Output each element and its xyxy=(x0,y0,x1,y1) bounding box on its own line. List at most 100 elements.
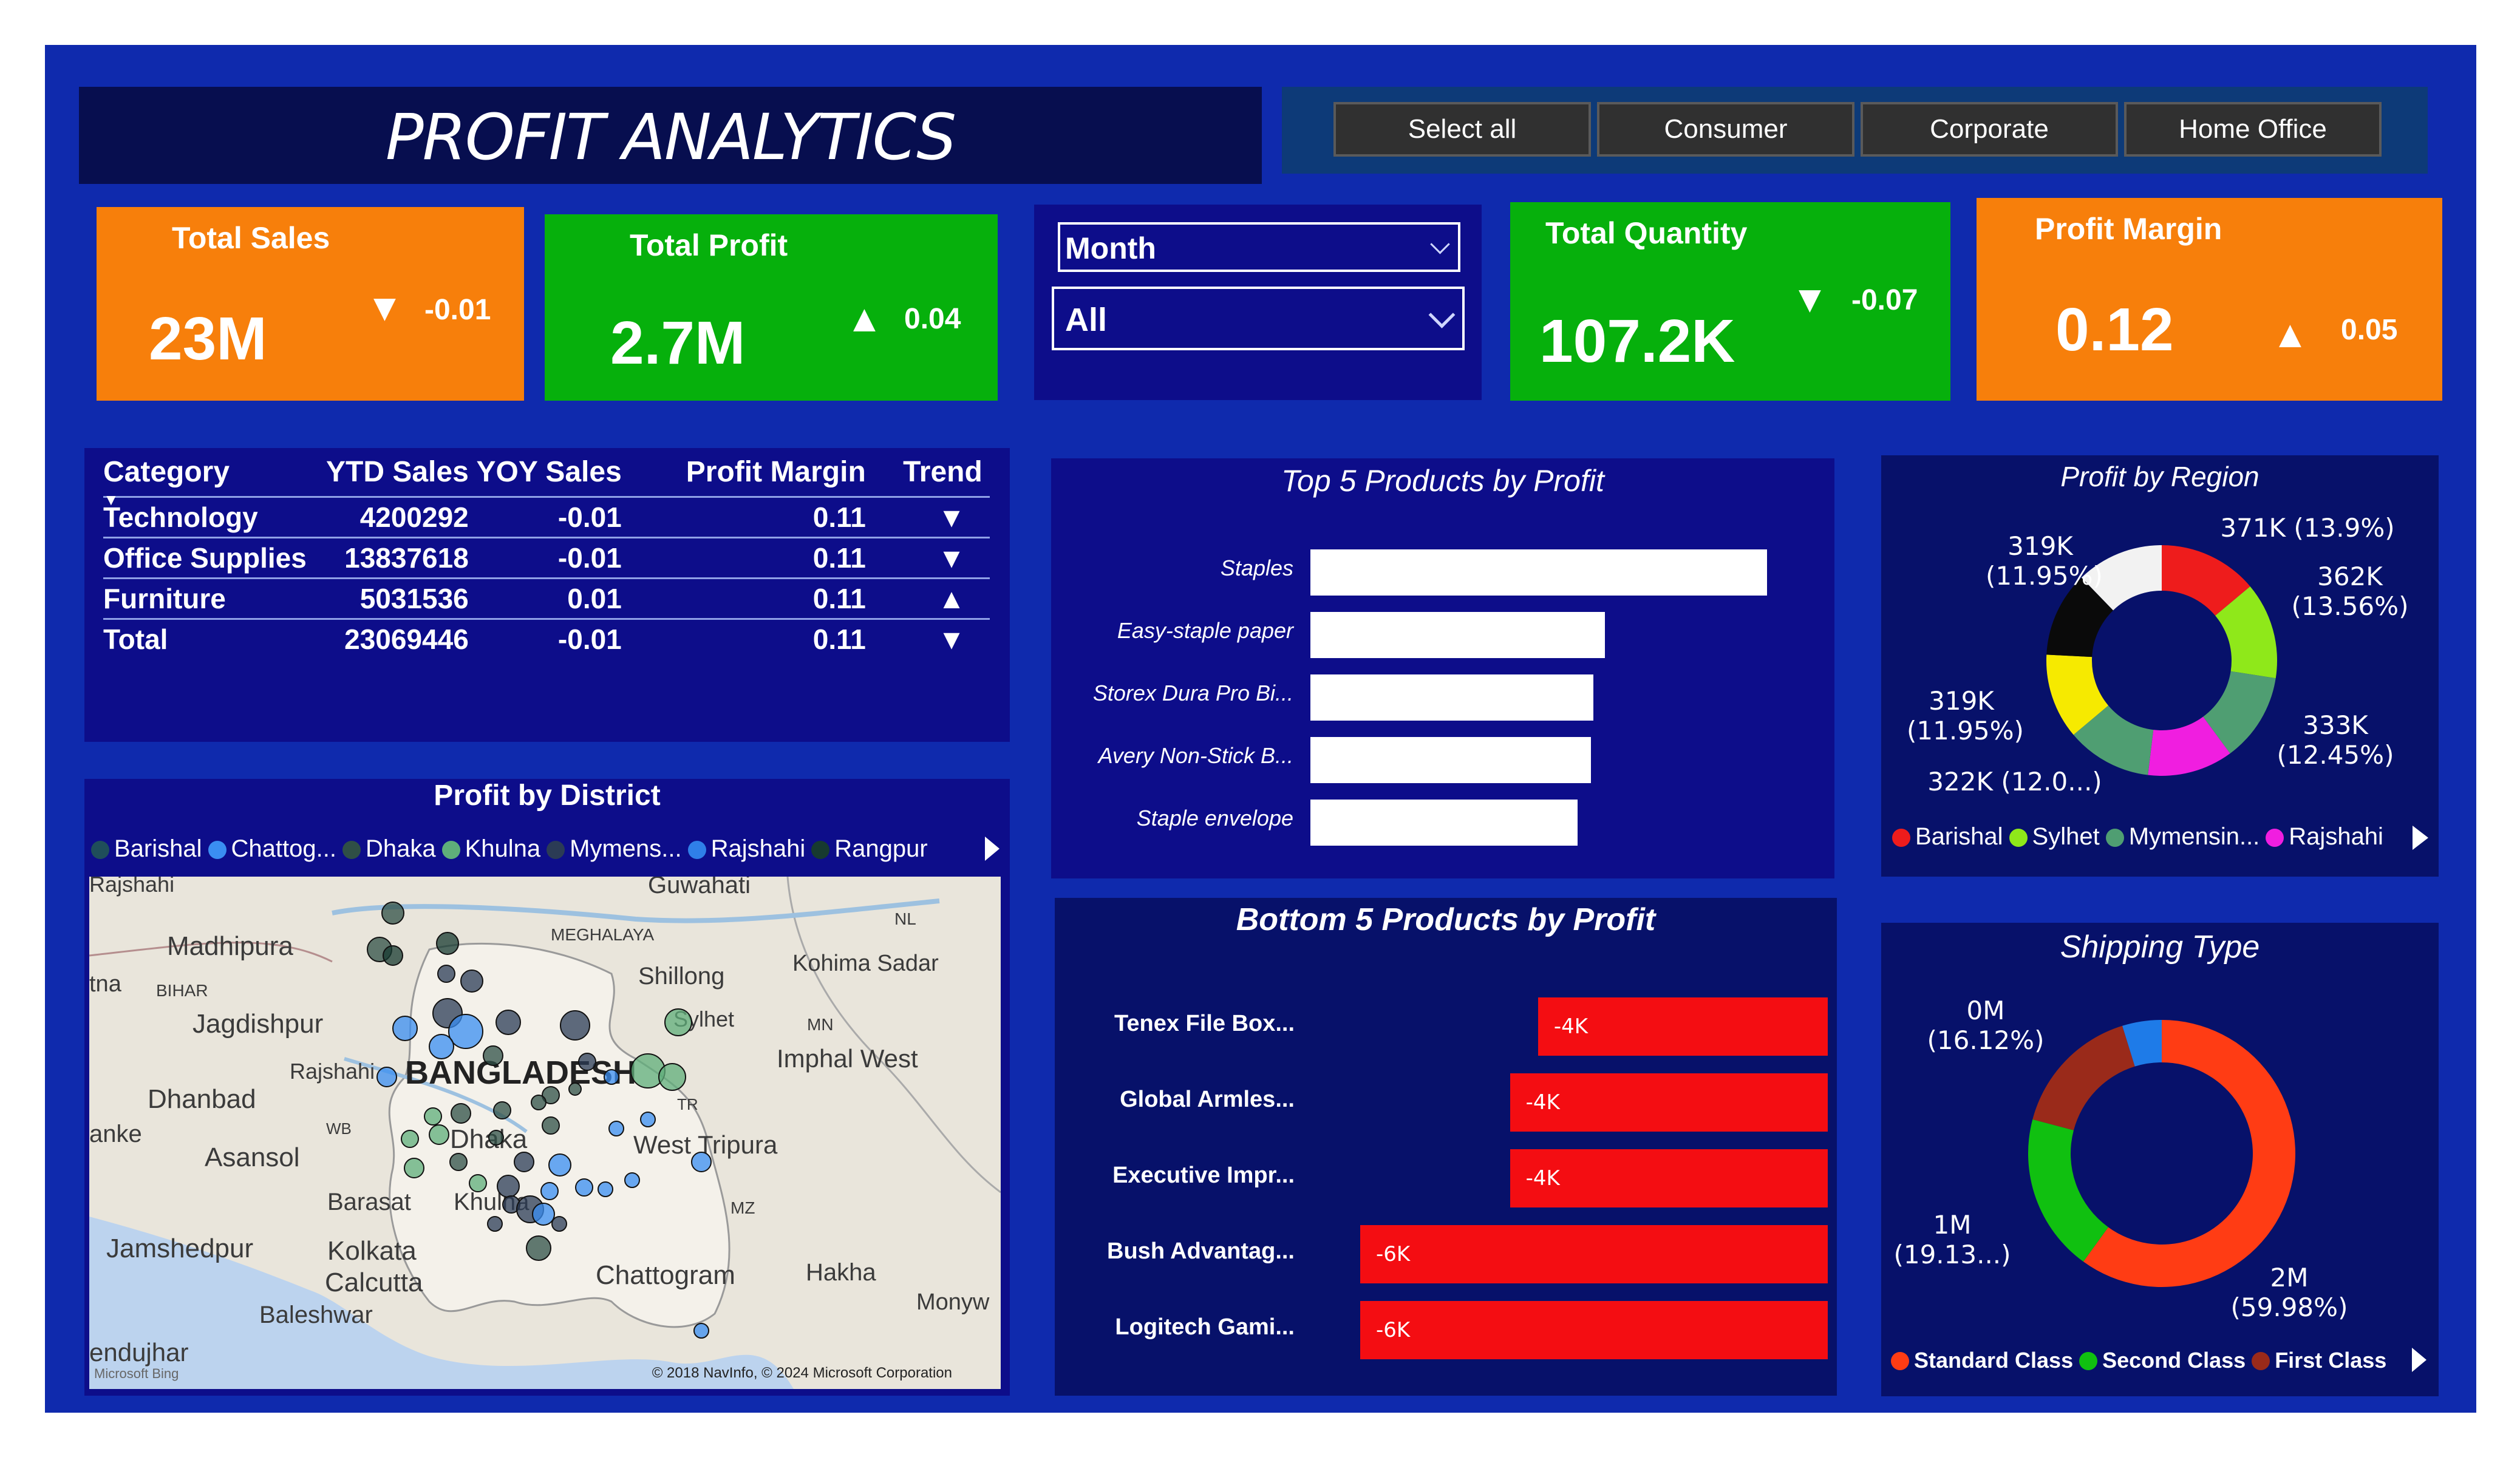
legend-item[interactable]: Rajshahi xyxy=(2266,823,2383,850)
district-bubble[interactable] xyxy=(483,1045,503,1066)
district-bubble[interactable] xyxy=(693,1323,709,1339)
matrix-cell-ytd: 4200292 xyxy=(326,496,476,538)
header-ytd-sales[interactable]: YTD Sales xyxy=(326,455,476,497)
bar[interactable]: -4K xyxy=(1510,1149,1828,1207)
matrix-cell-category: Technology xyxy=(103,496,326,538)
district-bubble[interactable] xyxy=(401,1130,419,1148)
kpi-card-total-quantity: Total Quantity 107.2K ▼ -0.07 xyxy=(1510,202,1950,401)
district-bubble[interactable] xyxy=(392,1016,418,1041)
district-bubble[interactable] xyxy=(531,1095,547,1110)
matrix-row[interactable]: Technology 4200292 -0.01 0.11 ▼ xyxy=(103,496,990,538)
legend-dot-icon xyxy=(2252,1352,2270,1370)
district-bubble[interactable] xyxy=(664,1008,692,1036)
legend-label: Mymens... xyxy=(570,835,682,862)
district-bubble[interactable] xyxy=(575,1178,593,1197)
district-bubble[interactable] xyxy=(608,1121,624,1136)
region-label-5: 319K (11.95%) xyxy=(1907,686,2024,745)
legend-item[interactable]: Dhaka xyxy=(342,835,436,862)
legend-next-icon[interactable] xyxy=(985,837,999,861)
segment-corporate-button[interactable]: Corporate xyxy=(1861,102,2118,157)
period-value-dropdown[interactable]: All xyxy=(1052,287,1465,350)
bing-logo: Microsoft Bing xyxy=(94,1366,179,1381)
district-bubble[interactable] xyxy=(495,1010,521,1035)
bar[interactable] xyxy=(1310,674,1594,721)
header-trend[interactable]: Trend xyxy=(873,455,990,497)
legend-item[interactable]: Mymensin... xyxy=(2105,823,2260,850)
legend-item[interactable]: Second Class xyxy=(2079,1348,2246,1373)
district-bubble[interactable] xyxy=(429,1034,454,1059)
bar[interactable]: -6K xyxy=(1360,1301,1828,1359)
district-bubble[interactable] xyxy=(624,1172,640,1188)
legend-item[interactable]: Rajshahi xyxy=(687,835,805,862)
matrix-row[interactable]: Total 23069446 -0.01 0.11 ▼ xyxy=(103,618,990,659)
district-bubble[interactable] xyxy=(691,1152,712,1172)
district-bubble[interactable] xyxy=(497,1175,520,1198)
header-profit-margin[interactable]: Profit Margin xyxy=(629,455,873,497)
kpi-value: 0.12 xyxy=(2055,296,2174,364)
legend-item[interactable]: Barishal xyxy=(1892,823,2003,850)
district-bubble[interactable] xyxy=(542,1116,560,1135)
legend-next-icon[interactable] xyxy=(2413,826,2428,850)
district-bubble[interactable] xyxy=(658,1063,686,1091)
district-bubble[interactable] xyxy=(487,1216,503,1232)
district-bubble[interactable] xyxy=(560,1010,590,1041)
district-bubble[interactable] xyxy=(460,970,483,993)
matrix-cell-trend: ▲ xyxy=(873,577,990,619)
district-bubble[interactable] xyxy=(578,1053,596,1071)
header-yoy-sales[interactable]: YOY Sales xyxy=(476,455,629,497)
legend-item[interactable]: First Class xyxy=(2252,1348,2386,1373)
bar[interactable]: -6K xyxy=(1360,1225,1828,1283)
district-bubble[interactable] xyxy=(469,1174,487,1192)
district-map[interactable]: Madhipura BIHAR Jagdishpur Rajshahi BANGLADE… xyxy=(89,877,1001,1389)
bar[interactable] xyxy=(1310,737,1592,783)
legend-item[interactable]: Rangpur xyxy=(811,835,928,862)
bar-value-label: -6K xyxy=(1376,1242,1411,1266)
segment-consumer-button[interactable]: Consumer xyxy=(1597,102,1854,157)
district-bubble[interactable] xyxy=(404,1158,424,1178)
district-bubble[interactable] xyxy=(424,1107,442,1126)
district-bubble[interactable] xyxy=(437,965,455,983)
district-bubble[interactable] xyxy=(436,932,459,955)
bar[interactable] xyxy=(1310,612,1606,658)
district-bubble[interactable] xyxy=(376,1067,397,1087)
district-bubble[interactable] xyxy=(448,1014,483,1049)
district-bubble[interactable] xyxy=(568,1082,582,1096)
legend-item[interactable]: Sylhet xyxy=(2009,823,2100,850)
matrix-row[interactable]: Office Supplies 13837618 -0.01 0.11 ▼ xyxy=(103,537,990,579)
legend-item[interactable]: Barishal xyxy=(91,835,202,862)
legend-item[interactable]: Chattog... xyxy=(208,835,336,862)
bar[interactable]: -4K xyxy=(1510,1073,1828,1132)
legend-item[interactable]: Khulna xyxy=(441,835,540,862)
segment-home-office-button[interactable]: Home Office xyxy=(2124,102,2382,157)
district-bubble[interactable] xyxy=(383,945,403,966)
legend-next-icon[interactable] xyxy=(2412,1348,2426,1372)
district-bubble[interactable] xyxy=(551,1216,567,1232)
period-type-dropdown[interactable]: Month xyxy=(1058,222,1460,272)
district-bubble[interactable] xyxy=(548,1153,571,1177)
district-bubble[interactable] xyxy=(429,1124,449,1145)
bar[interactable] xyxy=(1310,800,1578,846)
district-bubble[interactable] xyxy=(493,1101,511,1119)
district-bubble[interactable] xyxy=(488,1130,504,1146)
donut-slice[interactable] xyxy=(2028,1119,2108,1262)
legend-item[interactable]: Mymens... xyxy=(547,835,682,862)
district-bubble[interactable] xyxy=(604,1069,619,1085)
bar[interactable] xyxy=(1310,549,1767,596)
district-bubble[interactable] xyxy=(514,1152,534,1172)
district-bubble[interactable] xyxy=(532,1203,555,1226)
district-bubble[interactable] xyxy=(640,1112,656,1127)
district-bubble[interactable] xyxy=(449,1153,468,1171)
district-bubble[interactable] xyxy=(598,1181,613,1197)
legend-dot-icon xyxy=(2009,829,2028,847)
segment-select-all-button[interactable]: Select all xyxy=(1333,102,1591,157)
bar[interactable]: -4K xyxy=(1538,997,1828,1056)
district-bubble[interactable] xyxy=(526,1235,551,1261)
legend-item[interactable]: Standard Class xyxy=(1891,1348,2073,1373)
bar-value-label: -6K xyxy=(1376,1318,1411,1342)
legend-label: Mymensin... xyxy=(2128,823,2260,850)
district-bubble[interactable] xyxy=(540,1182,559,1200)
district-bubble[interactable] xyxy=(381,902,404,925)
header-category[interactable]: Category ▼ xyxy=(103,455,326,509)
district-bubble[interactable] xyxy=(451,1103,471,1124)
matrix-row[interactable]: Furniture 5031536 0.01 0.11 ▲ xyxy=(103,577,990,619)
